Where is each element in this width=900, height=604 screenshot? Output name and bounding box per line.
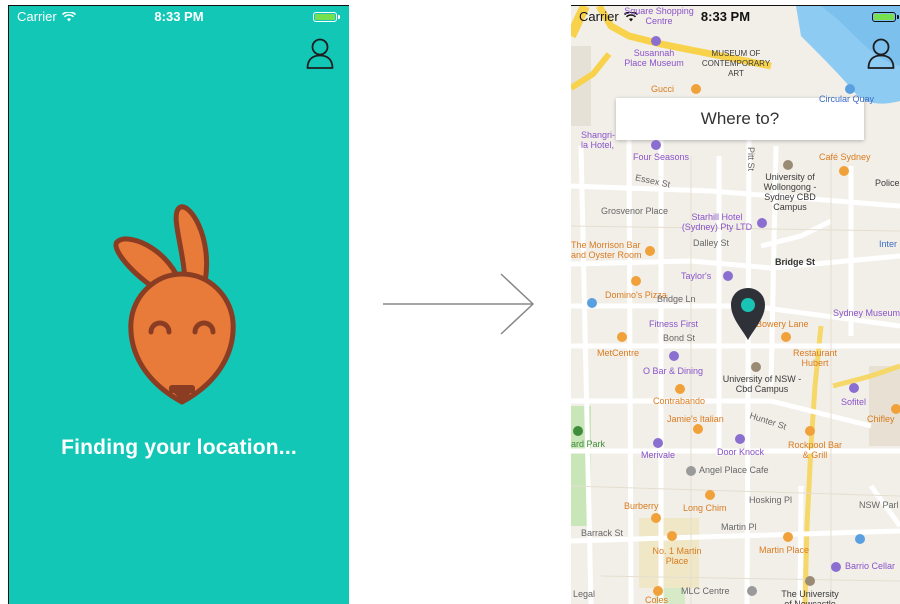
map-label: Burberry	[624, 501, 659, 511]
search-placeholder: Where to?	[700, 109, 780, 128]
map-label: Barrack St	[581, 528, 624, 538]
map-label: Rockpool Bar & Grill	[787, 440, 843, 460]
poi-marker[interactable]	[891, 404, 900, 414]
status-bar: Carrier 8:33 PM	[9, 6, 349, 28]
status-time: 8:33 PM	[154, 9, 204, 24]
poi-marker[interactable]	[669, 351, 679, 361]
map-label: The Morrison Bar and Oyster Room	[571, 240, 642, 260]
poi-marker[interactable]	[855, 534, 865, 544]
poi-marker[interactable]	[691, 84, 701, 94]
map-label: Bond St	[663, 333, 696, 343]
map-label: Inter	[879, 239, 898, 249]
poi-marker[interactable]	[645, 246, 655, 256]
poi-marker[interactable]	[747, 586, 757, 596]
map-label: Coles	[645, 595, 669, 604]
map-label: University of NSW - Cbd Campus	[722, 374, 802, 394]
poi-marker[interactable]	[735, 434, 745, 444]
poi-marker[interactable]	[805, 426, 815, 436]
map-label: University of Wollongong - Sydney CBD Ca…	[763, 172, 817, 212]
map-label: Susannah Place Museum	[624, 48, 684, 68]
map-label: Gucci	[651, 84, 675, 94]
map-label: Bridge St	[775, 257, 816, 267]
map-label: Legal	[573, 589, 596, 599]
map-label: Police	[875, 178, 900, 188]
map-label: Jamie's Italian	[667, 414, 724, 424]
map-label: MetCentre	[597, 348, 640, 358]
poi-marker[interactable]	[587, 298, 597, 308]
poi-marker[interactable]	[617, 332, 627, 342]
loading-screen: Carrier 8:33 PM Finding your location...	[8, 5, 349, 604]
map-label: MUSEUM OF CONTEMPORARY ART	[701, 49, 771, 78]
map-label: Starhill Hotel (Sydney) Pty LTD	[681, 212, 753, 232]
poi-marker[interactable]	[653, 438, 663, 448]
map-label: Fitness First	[649, 319, 699, 329]
map-label: Hosking Pl	[749, 495, 793, 505]
map-label: Dalley St	[693, 238, 730, 248]
poi-marker[interactable]	[651, 140, 661, 150]
map-label: Martin Pl	[721, 522, 757, 532]
map-label: The University of Newcastle	[781, 589, 839, 604]
map-label: Sofitel	[841, 397, 867, 407]
user-outline-icon[interactable]	[867, 38, 895, 70]
map-label: ard Park	[571, 439, 606, 449]
map-label: O Bar & Dining	[643, 366, 704, 376]
poi-marker[interactable]	[667, 531, 677, 541]
poi-marker[interactable]	[573, 426, 583, 436]
poi-marker[interactable]	[757, 218, 767, 228]
map-label: Chifley	[867, 414, 895, 424]
app-showcase: Carrier 8:33 PM Finding your location...…	[0, 0, 900, 604]
poi-marker[interactable]	[651, 36, 661, 46]
poi-marker[interactable]	[631, 276, 641, 286]
poi-marker[interactable]	[693, 424, 703, 434]
arrow-right-icon	[383, 273, 535, 335]
map-label: MLC Centre	[681, 586, 730, 596]
map-pin-icon[interactable]	[730, 287, 766, 341]
poi-marker[interactable]	[675, 384, 685, 394]
map-label: No. 1 Martin Place	[652, 546, 702, 566]
map-label: Sydney Museum	[833, 308, 900, 318]
map-label: Angel Place Cafe	[699, 465, 769, 475]
poi-marker[interactable]	[781, 332, 791, 342]
map-label: Barrio Cellar	[845, 561, 896, 571]
map-label: Grosvenor Place	[601, 206, 669, 216]
poi-marker[interactable]	[705, 490, 715, 500]
poi-marker[interactable]	[849, 383, 859, 393]
poi-marker[interactable]	[831, 562, 841, 572]
poi-marker[interactable]	[653, 586, 663, 596]
poi-marker[interactable]	[751, 362, 761, 372]
map-label: NSW Parl	[859, 500, 899, 510]
kangaroo-mascot-icon	[113, 204, 236, 405]
map-label: Bridge Ln	[657, 294, 696, 304]
finding-location-message: Finding your location...	[61, 436, 297, 459]
map-label: Square Shopping Centre	[624, 6, 694, 26]
poi-marker[interactable]	[651, 513, 661, 523]
poi-marker[interactable]	[839, 166, 849, 176]
poi-marker[interactable]	[783, 160, 793, 170]
map-label: Long Chim	[683, 503, 727, 513]
map-label: Restaurant Hubert	[792, 348, 838, 368]
poi-marker[interactable]	[783, 532, 793, 542]
poi-marker[interactable]	[845, 84, 855, 94]
poi-marker[interactable]	[805, 576, 815, 586]
map-label: Four Seasons	[633, 152, 690, 162]
map-label: Circular Quay	[819, 94, 875, 104]
where-to-search[interactable]: Where to?	[616, 98, 864, 140]
user-outline-icon[interactable]	[306, 38, 334, 70]
battery-icon	[313, 12, 340, 22]
battery-icon	[872, 12, 899, 22]
map-label: Door Knock	[717, 447, 765, 457]
map-label: Merivale	[641, 450, 676, 460]
poi-marker[interactable]	[686, 466, 696, 476]
map-label: Shangri-la Hotel, Sydney	[581, 130, 616, 150]
poi-marker[interactable]	[723, 271, 733, 281]
map-label: Café Sydney	[819, 152, 871, 162]
map-label: Martin Place	[759, 545, 810, 555]
map-label: Taylor's	[681, 271, 712, 281]
map-label: Pitt St	[746, 146, 757, 172]
map-label: Contrabando	[653, 396, 706, 406]
map-screen: Carrier 8:33 PM Where to? Square Shoppin…	[571, 5, 900, 604]
